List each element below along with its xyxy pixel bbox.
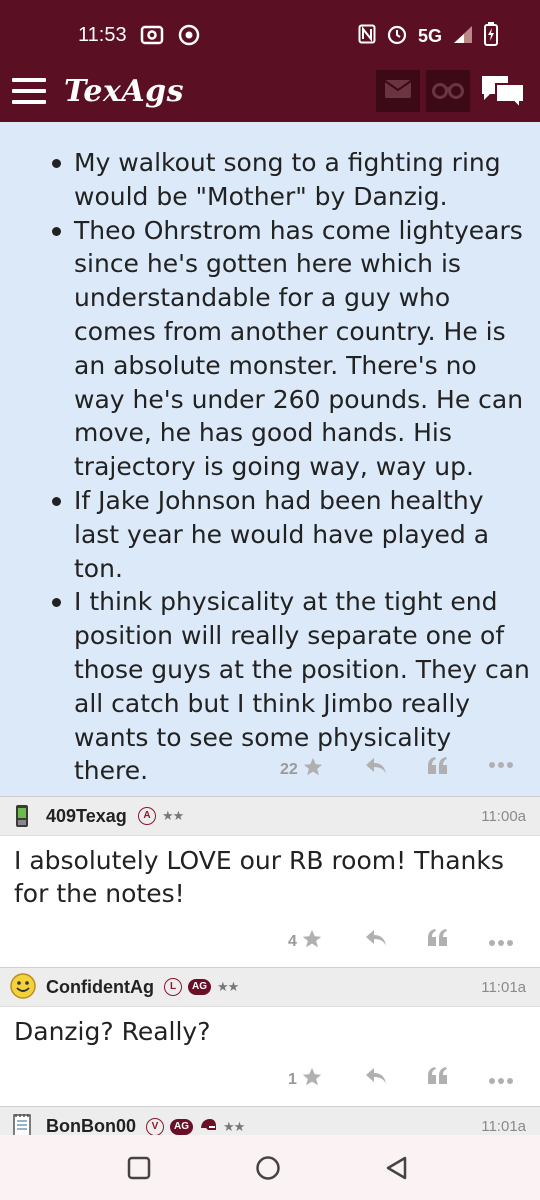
reply-icon <box>364 1066 388 1091</box>
reply-button[interactable] <box>364 756 388 781</box>
ag-badge: AG <box>170 1119 193 1135</box>
list-item: Theo Ohrstrom has come lightyears since … <box>0 214 540 484</box>
star-button[interactable]: 4 <box>288 928 323 955</box>
quote-button[interactable] <box>426 1066 450 1091</box>
more-button[interactable] <box>488 934 514 952</box>
star-icon <box>302 756 324 783</box>
smiley-avatar-icon <box>8 971 38 1005</box>
reply-icon <box>364 928 388 953</box>
watch-button[interactable] <box>426 70 470 112</box>
recents-icon[interactable] <box>127 1156 151 1184</box>
more-button[interactable] <box>488 1072 514 1090</box>
star-button[interactable]: 22 <box>280 756 324 783</box>
reply-button[interactable] <box>364 1066 388 1091</box>
quote-icon <box>426 928 450 953</box>
more-icon <box>488 934 514 952</box>
quote-button[interactable] <box>426 928 450 953</box>
post-time: 11:00a <box>481 808 526 825</box>
back-icon[interactable] <box>384 1155 410 1185</box>
mail-button[interactable] <box>376 70 420 112</box>
user-badge: V <box>146 1118 164 1136</box>
notes-list: My walkout song to a fighting ring would… <box>0 146 540 788</box>
star-icon <box>301 1066 323 1093</box>
username[interactable]: 409Texag <box>46 806 127 827</box>
binoculars-icon <box>432 79 464 103</box>
user-rating: ★★ <box>217 979 239 995</box>
battery-icon <box>484 22 498 51</box>
cast-icon <box>140 25 164 49</box>
texags-logo[interactable]: TexAgs <box>64 74 184 109</box>
star-count: 1 <box>288 1070 297 1088</box>
helmet-icon <box>199 1117 217 1137</box>
post-body: I absolutely LOVE our RB room! Thanks fo… <box>14 846 504 908</box>
ag-badge: AG <box>188 979 211 995</box>
status-bar: 11:53 5G <box>0 0 540 66</box>
signal-icon <box>452 24 474 49</box>
user-rating: ★★ <box>162 808 184 824</box>
reply-icon <box>364 756 388 781</box>
star-count: 4 <box>288 932 297 950</box>
menu-icon[interactable] <box>12 78 46 106</box>
home-icon[interactable] <box>255 1155 281 1185</box>
list-item: My walkout song to a fighting ring would… <box>0 146 540 214</box>
quote-button[interactable] <box>426 756 450 781</box>
more-button[interactable] <box>488 756 514 774</box>
chrome-icon <box>178 24 200 50</box>
list-item: I think physicality at the tight end pos… <box>0 585 540 788</box>
more-icon <box>488 756 514 774</box>
nfc-icon <box>358 24 376 49</box>
post-time: 11:01a <box>481 1118 526 1135</box>
username[interactable]: ConfidentAg <box>46 977 154 998</box>
network-label: 5G <box>417 26 442 46</box>
post-body: Danzig? Really? <box>14 1017 211 1046</box>
status-time: 11:53 <box>78 24 127 46</box>
chat-icon[interactable] <box>480 72 526 112</box>
main-post: My walkout song to a fighting ring would… <box>0 122 540 796</box>
post-header: ConfidentAg L AG ★★ 11:01a <box>0 967 540 1007</box>
quote-icon <box>426 1066 450 1091</box>
more-icon <box>488 1072 514 1090</box>
post-header: 409Texag A ★★ 11:00a <box>0 796 540 836</box>
user-badge: A <box>138 807 156 825</box>
reply-button[interactable] <box>364 928 388 953</box>
star-count: 22 <box>280 760 298 778</box>
star-button[interactable]: 1 <box>288 1066 323 1093</box>
list-item: If Jake Johnson had been healthy last ye… <box>0 484 540 585</box>
user-badge: L <box>164 978 182 996</box>
post-time: 11:01a <box>481 979 526 996</box>
phone-avatar-icon <box>14 804 30 832</box>
mail-icon <box>384 79 412 103</box>
username[interactable]: BonBon00 <box>46 1116 136 1137</box>
user-rating: ★★ <box>223 1119 245 1135</box>
quote-icon <box>426 756 450 781</box>
app-header: TexAgs <box>0 66 540 122</box>
system-nav-bar <box>0 1135 540 1200</box>
alarm-icon <box>386 23 408 50</box>
star-icon <box>301 928 323 955</box>
